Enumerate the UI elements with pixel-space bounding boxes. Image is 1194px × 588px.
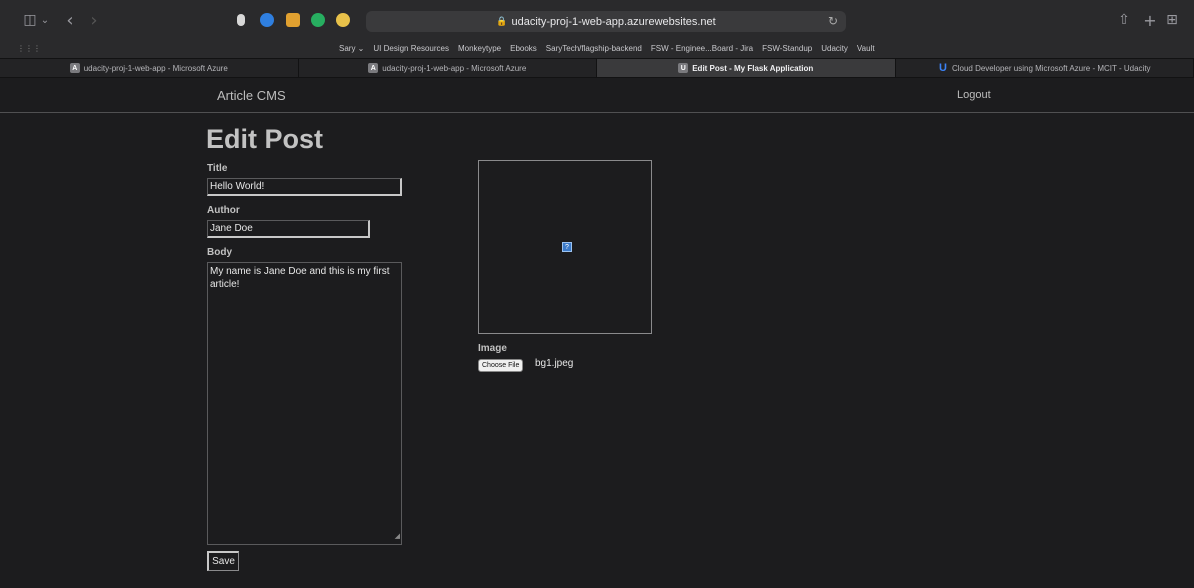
navbar: Article CMS Logout <box>0 78 1194 113</box>
favorites-grid-icon[interactable]: ⋮⋮⋮ <box>17 44 41 53</box>
page-title: Edit Post <box>206 124 324 154</box>
favorite-item[interactable]: Vault <box>857 44 875 53</box>
author-label: Author <box>207 205 240 216</box>
new-tab-icon[interactable]: + <box>1143 10 1157 30</box>
share-icon[interactable]: ⇧ <box>1117 10 1131 30</box>
tab-label: Edit Post - My Flask Application <box>692 63 814 73</box>
chevron-down-icon[interactable]: ⌄ <box>40 10 50 30</box>
favorite-item[interactable]: UI Design Resources <box>373 44 449 53</box>
tab-azure-1[interactable]: A udacity-proj-1-web-app - Microsoft Azu… <box>0 59 299 77</box>
tab-label: udacity-proj-1-web-app - Microsoft Azure <box>382 63 527 73</box>
file-name: bg1.jpeg <box>535 358 574 369</box>
address-text: udacity-proj-1-web-app.azurewebsites.net <box>511 15 716 28</box>
lock-icon: 🔒 <box>496 16 508 27</box>
tab-udacity[interactable]: U Cloud Developer using Microsoft Azure … <box>896 59 1194 77</box>
body-text: My name is Jane Doe and this is my first… <box>210 266 390 290</box>
tab-label: udacity-proj-1-web-app - Microsoft Azure <box>83 63 228 73</box>
save-button[interactable]: Save <box>207 551 239 571</box>
author-input[interactable]: Jane Doe <box>207 220 370 238</box>
forward-icon[interactable]: › <box>88 10 100 31</box>
title-input[interactable]: Hello World! <box>207 178 402 196</box>
brand-link[interactable]: Article CMS <box>217 88 286 103</box>
favorite-item[interactable]: Monkeytype <box>458 44 501 53</box>
compass-extension-icon[interactable] <box>260 13 274 27</box>
page-content: Article CMS Logout Edit Post Title Hello… <box>0 78 1194 588</box>
back-icon[interactable]: ‹ <box>64 10 76 31</box>
logout-link[interactable]: Logout <box>957 89 991 101</box>
tab-label: Cloud Developer using Microsoft Azure - … <box>951 63 1151 73</box>
flask-favicon-icon: U <box>678 63 689 73</box>
browser-toolbar: ◫ ⌄ ‹ › 🔒 udacity-proj-1-web-app.azurewe… <box>0 0 1194 40</box>
favorite-item[interactable]: SaryTech/flagship-backend <box>546 44 642 53</box>
tab-bar: A udacity-proj-1-web-app - Microsoft Azu… <box>0 58 1194 78</box>
favorite-item[interactable]: Ebooks <box>510 44 537 53</box>
choose-file-button[interactable]: Choose File <box>478 359 524 372</box>
grammarly-extension-icon[interactable] <box>311 13 325 27</box>
grid-extension-icon[interactable] <box>286 13 300 27</box>
udacity-favicon-icon: U <box>938 62 947 74</box>
tab-azure-2[interactable]: A udacity-proj-1-web-app - Microsoft Azu… <box>299 59 597 77</box>
body-textarea[interactable]: My name is Jane Doe and this is my first… <box>207 262 402 545</box>
azure-favicon-icon: A <box>368 63 379 73</box>
title-label: Title <box>207 163 228 174</box>
sidebar-toggle-icon[interactable]: ◫ <box>22 10 38 30</box>
reload-icon[interactable]: ↻ <box>828 14 838 28</box>
tab-overview-icon[interactable]: ⊞ <box>1165 10 1179 30</box>
favorite-item[interactable]: FSW - Enginee...Board - Jira <box>651 44 753 53</box>
image-label: Image <box>478 343 507 354</box>
tab-edit-post[interactable]: U Edit Post - My Flask Application <box>597 59 896 77</box>
address-bar[interactable]: 🔒 udacity-proj-1-web-app.azurewebsites.n… <box>366 11 846 32</box>
body-label: Body <box>207 247 232 258</box>
dark-mode-extension-icon[interactable] <box>336 13 350 27</box>
favorite-item[interactable]: Udacity <box>821 44 848 53</box>
favorite-item[interactable]: Sary ⌄ <box>339 44 364 53</box>
favorites-bar: ⋮⋮⋮ Sary ⌄ UI Design Resources Monkeytyp… <box>0 40 1194 58</box>
resize-grip-icon[interactable]: ◢ <box>395 530 400 543</box>
favorite-item[interactable]: FSW-Standup <box>762 44 812 53</box>
azure-favicon-icon: A <box>69 63 80 73</box>
broken-image-icon: ? <box>562 242 572 252</box>
privacy-shield-icon[interactable] <box>237 14 245 26</box>
image-preview: ? <box>478 160 652 334</box>
